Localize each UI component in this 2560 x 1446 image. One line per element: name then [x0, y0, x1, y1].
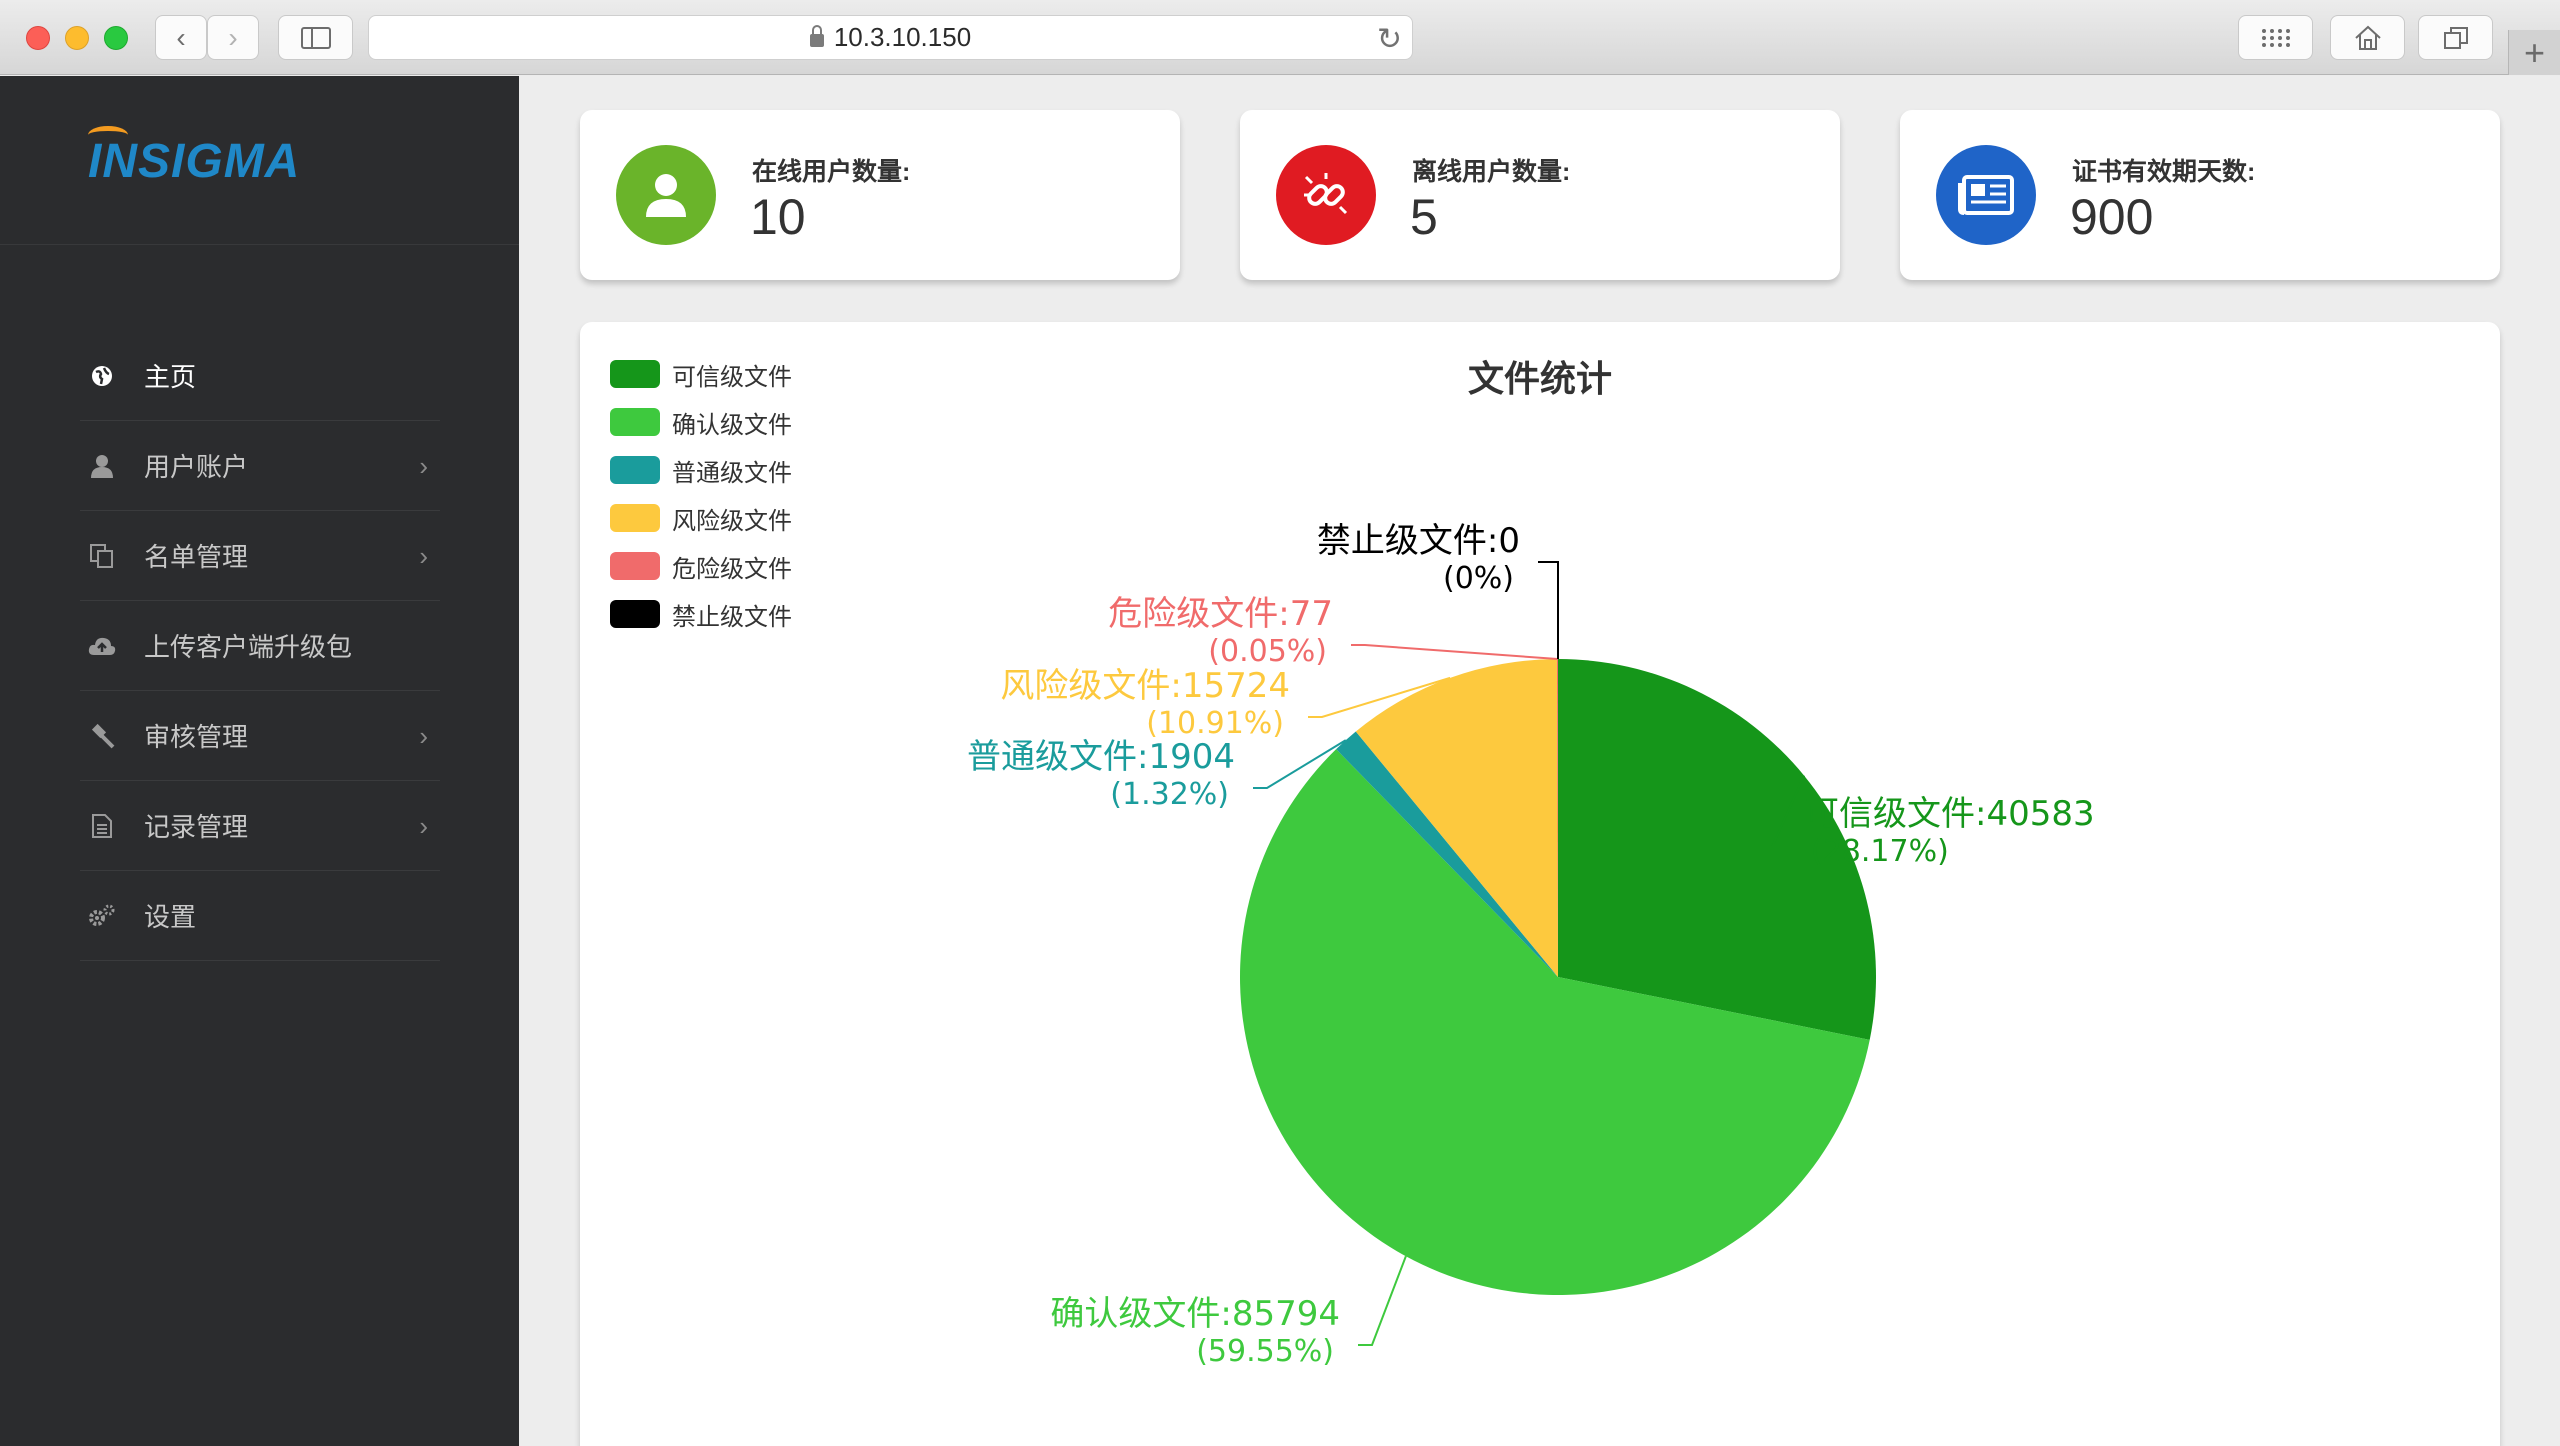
sidebar-item-list-management[interactable]: 名单管理 › [80, 511, 440, 601]
sidebar-item-label: 名单管理 [144, 542, 249, 572]
logo[interactable]: INSIGMA [88, 126, 300, 189]
lock-icon [809, 25, 824, 47]
data-label: 确认级文件:85794 [1050, 1294, 1340, 1334]
data-label: 禁止级文件:0 [1317, 521, 1520, 561]
stat-label: 在线用户数量: [752, 158, 911, 186]
address-bar[interactable]: 10.3.10.150 ↻ [368, 15, 1413, 60]
sidebar: INSIGMA 主页 用户账户 › 名单管理 › 上传客户端升级包 审核管理 ›… [0, 76, 519, 1446]
new-tab-button[interactable]: + [2508, 30, 2560, 75]
online-users-card: 在线用户数量: 10 [580, 110, 1180, 280]
newspaper-icon [1936, 145, 2036, 245]
data-label-percent: (10.91%) [1146, 706, 1284, 741]
tabs-icon [2443, 26, 2468, 49]
sidebar-item-settings[interactable]: 设置 [80, 871, 440, 961]
address-text: 10.3.10.150 [833, 22, 972, 52]
data-label: 危险级文件:77 [1108, 594, 1333, 634]
sidebar-item-label: 主页 [144, 362, 197, 392]
sidebar-item-upload-client-package[interactable]: 上传客户端升级包 [80, 601, 440, 691]
globe-icon [88, 362, 116, 390]
sidebar-item-label: 审核管理 [144, 722, 249, 752]
home-button[interactable] [2330, 15, 2405, 60]
chevron-left-icon: ‹ [176, 21, 186, 53]
chevron-right-icon: › [419, 451, 428, 481]
chevron-right-icon: › [419, 721, 428, 751]
stat-value: 10 [750, 189, 806, 245]
sidebar-toggle-button[interactable] [278, 15, 353, 60]
label-leader-line [1351, 644, 1558, 660]
sidebar-item-user-accounts[interactable]: 用户账户 › [80, 421, 440, 511]
sidebar-menu: 主页 用户账户 › 名单管理 › 上传客户端升级包 审核管理 › 记录管理 › … [80, 331, 440, 961]
sidebar-item-label: 记录管理 [144, 812, 249, 842]
user-icon [616, 145, 716, 245]
data-label-percent: (0%) [1443, 561, 1514, 596]
sidebar-item-label: 上传客户端升级包 [144, 632, 353, 662]
home-icon [2354, 25, 2381, 50]
pie-chart: 可信级文件:40583(28.17%) 确认级文件:85794(59.55%) 普通… [967, 521, 2095, 1369]
sidebar-item-home[interactable]: 主页 [80, 331, 440, 421]
file-icon [88, 812, 116, 840]
zoom-window-button[interactable] [104, 26, 128, 50]
forward-button[interactable]: › [207, 15, 259, 60]
gavel-icon [88, 722, 116, 750]
data-label-percent: (0.05%) [1208, 634, 1327, 669]
cloud-upload-icon [88, 632, 116, 660]
stat-value: 5 [1410, 189, 1438, 245]
broken-link-icon [1276, 145, 1376, 245]
data-label: 可信级文件:40583 [1805, 794, 2095, 834]
close-window-button[interactable] [26, 26, 50, 50]
sidebar-item-record-management[interactable]: 记录管理 › [80, 781, 440, 871]
main-content: 在线用户数量: 10 离线用户数量: 5 证书有效期天数: 900 文件统计 可… [520, 76, 2560, 1446]
data-label-percent: (59.55%) [1196, 1334, 1334, 1369]
chevron-right-icon: › [419, 811, 428, 841]
back-button[interactable]: ‹ [155, 15, 207, 60]
file-statistics-chart: 文件统计 可信级文件 确认级文件 普通级文件 风险级文件 危险级文件 禁止级文件 可信级文… [580, 322, 2500, 1446]
label-leader-line [1358, 1255, 1407, 1346]
grid-icon [2261, 28, 2290, 47]
stat-label: 证书有效期天数: [2072, 158, 2256, 186]
plus-icon: + [2523, 31, 2546, 73]
stat-label: 离线用户数量: [1412, 158, 1571, 186]
certificate-days-card: 证书有效期天数: 900 [1900, 110, 2500, 280]
data-label: 风险级文件:15724 [1000, 666, 1290, 706]
sidebar-item-audit-management[interactable]: 审核管理 › [80, 691, 440, 781]
reload-icon[interactable]: ↻ [1377, 22, 1402, 57]
offline-users-card: 离线用户数量: 5 [1240, 110, 1840, 280]
browser-toolbar: ‹ › 10.3.10.150 ↻ + [0, 0, 2560, 75]
chevron-right-icon: › [419, 541, 428, 571]
chevron-right-icon: › [228, 21, 238, 53]
apps-button[interactable] [2238, 15, 2313, 60]
data-label-percent: (1.32%) [1110, 777, 1229, 812]
sidebar-item-label: 设置 [144, 902, 197, 932]
data-label: 普通级文件:1904 [967, 737, 1235, 777]
sidebar-icon [300, 26, 331, 49]
tabs-overview-button[interactable] [2418, 15, 2493, 60]
user-icon [88, 452, 116, 480]
copy-icon [88, 542, 116, 570]
sidebar-item-label: 用户账户 [144, 452, 249, 482]
minimize-window-button[interactable] [65, 26, 89, 50]
data-label-percent: (28.17%) [1811, 834, 1949, 869]
stat-value: 900 [2070, 189, 2154, 245]
gears-icon [88, 902, 116, 930]
label-leader-line [1538, 561, 1559, 659]
